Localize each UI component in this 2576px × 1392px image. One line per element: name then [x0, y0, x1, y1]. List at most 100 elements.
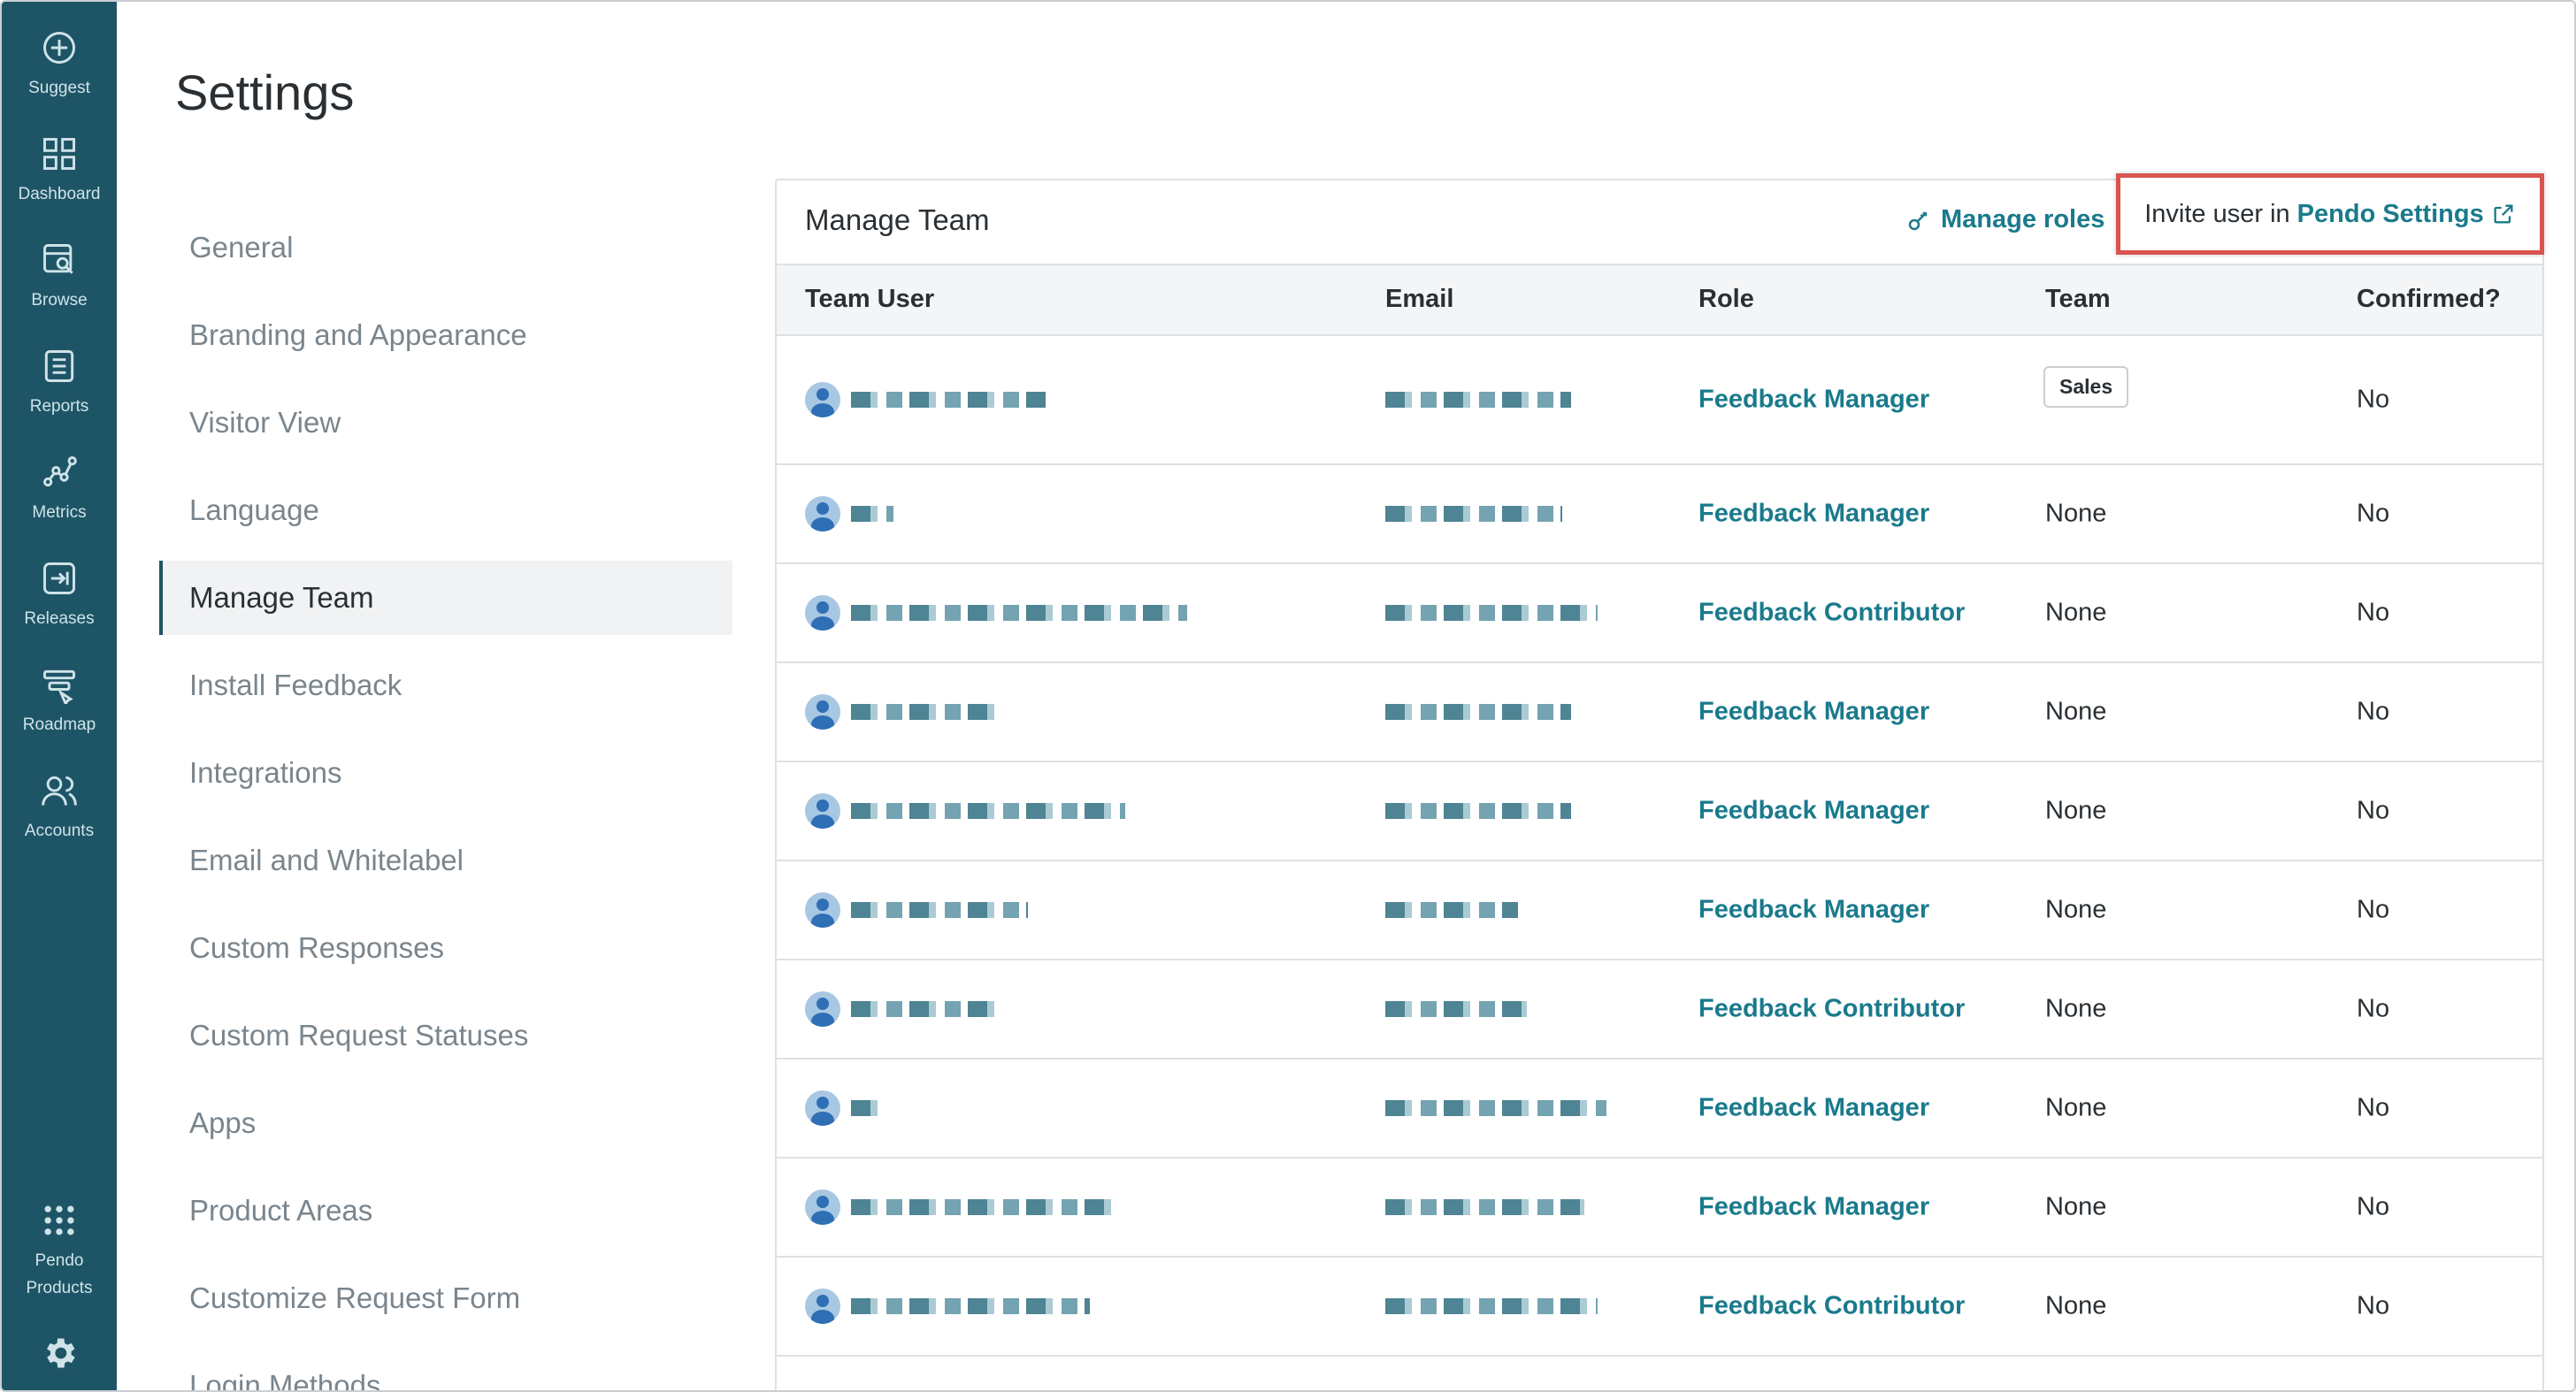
reports-icon — [44, 350, 74, 382]
left-rail: Suggest Dashboard Browse Reports Metrics… — [2, 2, 117, 1390]
plus-circle-icon — [43, 32, 75, 64]
user-avatar-icon — [805, 1189, 840, 1225]
user-avatar-icon — [805, 1090, 840, 1126]
redacted-email — [1385, 392, 1571, 408]
table-row[interactable]: Feedback Manager None No — [777, 1059, 2542, 1159]
rail-item-dashboard[interactable]: Dashboard — [2, 134, 117, 208]
table-row[interactable]: Feedback Contributor None No — [777, 564, 2542, 663]
redacted-user-name — [851, 803, 1125, 819]
team-value: None — [2045, 1291, 2107, 1320]
nav-item-product-areas[interactable]: Product Areas — [159, 1174, 732, 1248]
dots-grid-icon — [44, 1205, 74, 1235]
rail-item-pendo-products[interactable]: Pendo Products — [2, 1201, 117, 1302]
role-link[interactable]: Feedback Manager — [1698, 1094, 1929, 1123]
external-link-icon[interactable] — [2491, 202, 2516, 226]
redacted-email — [1385, 902, 1518, 918]
table-row[interactable]: Feedback Manager None No — [777, 663, 2542, 762]
browse-icon — [43, 244, 73, 274]
col-email[interactable]: Email — [1385, 285, 1453, 314]
table-row[interactable]: Feedback Manager None No — [777, 1159, 2542, 1258]
gear-icon — [47, 1338, 75, 1368]
user-avatar-icon — [805, 892, 840, 928]
pendo-settings-link[interactable]: Pendo Settings — [2297, 200, 2484, 229]
nav-item-integrations[interactable]: Integrations — [159, 736, 732, 810]
nav-item-customize-request-form[interactable]: Customize Request Form — [159, 1261, 732, 1335]
redacted-email — [1385, 1199, 1584, 1215]
user-avatar-icon — [805, 382, 840, 417]
role-link[interactable]: Feedback Contributor — [1698, 995, 1965, 1024]
nav-item-custom-responses[interactable]: Custom Responses — [159, 911, 732, 985]
panel-title: Manage Team — [805, 203, 990, 236]
col-role[interactable]: Role — [1698, 285, 1754, 314]
nav-item-visitor-view[interactable]: Visitor View — [159, 386, 732, 460]
role-link[interactable]: Feedback Manager — [1698, 896, 1929, 925]
confirmed-value: No — [2357, 697, 2390, 726]
role-link[interactable]: Feedback Contributor — [1698, 599, 1965, 628]
app-window: Suggest Dashboard Browse Reports Metrics… — [0, 0, 2576, 1392]
grid-icon — [43, 138, 75, 170]
team-value: None — [2045, 796, 2107, 825]
nav-item-apps[interactable]: Apps — [159, 1086, 732, 1160]
rail-item-suggest[interactable]: Suggest — [2, 28, 117, 102]
team-value: None — [2045, 895, 2107, 924]
redacted-email — [1385, 1001, 1527, 1017]
settings-nav: General Branding and Appearance Visitor … — [159, 210, 732, 1390]
col-team-user[interactable]: Team User — [805, 285, 934, 314]
nav-item-install-feedback[interactable]: Install Feedback — [159, 648, 732, 723]
redacted-user-name — [851, 1100, 886, 1116]
role-link[interactable]: Feedback Manager — [1698, 386, 1929, 415]
nav-item-email-whitelabel[interactable]: Email and Whitelabel — [159, 823, 732, 898]
nav-item-branding[interactable]: Branding and Appearance — [159, 298, 732, 372]
table-row[interactable]: Feedback Manager None No — [777, 465, 2542, 564]
panel-header: Manage Team Manage roles Invite user in … — [777, 173, 2544, 265]
rail-item-roadmap[interactable]: Roadmap — [2, 665, 117, 738]
invite-text: Invite user in — [2144, 199, 2290, 228]
manage-team-panel: Manage Team Manage roles Invite user in … — [775, 173, 2544, 1390]
rail-item-settings[interactable] — [2, 1334, 117, 1373]
confirmed-value: No — [2357, 598, 2390, 627]
nav-item-general[interactable]: General — [159, 210, 732, 285]
team-table-body: Feedback Manager Sales No Feedback Manager N… — [777, 336, 2542, 1357]
redacted-email — [1385, 704, 1571, 720]
nav-item-language[interactable]: Language — [159, 473, 732, 547]
manage-roles-label: Manage roles — [1941, 205, 2105, 233]
nav-item-custom-request-statuses[interactable]: Custom Request Statuses — [159, 998, 732, 1073]
rail-item-releases[interactable]: Releases — [2, 559, 117, 632]
redacted-user-name — [851, 1298, 1090, 1314]
role-link[interactable]: Feedback Manager — [1698, 797, 1929, 826]
user-avatar-icon — [805, 793, 840, 829]
table-row[interactable]: Feedback Manager None No — [777, 762, 2542, 861]
table-row[interactable]: Feedback Contributor None No — [777, 1258, 2542, 1357]
table-row[interactable]: Feedback Contributor None No — [777, 960, 2542, 1059]
rail-label: Accounts — [24, 822, 95, 840]
col-confirmed[interactable]: Confirmed? — [2357, 285, 2501, 314]
redacted-email — [1385, 506, 1562, 522]
role-link[interactable]: Feedback Contributor — [1698, 1292, 1965, 1321]
rail-item-accounts[interactable]: Accounts — [2, 771, 117, 845]
rail-label: Browse — [31, 291, 88, 310]
redacted-user-name — [851, 902, 1028, 918]
redacted-email — [1385, 803, 1571, 819]
role-link[interactable]: Feedback Manager — [1698, 698, 1929, 727]
user-avatar-icon — [805, 595, 840, 631]
nav-item-login-methods[interactable]: Login Methods — [159, 1349, 732, 1390]
rail-label: Reports — [29, 397, 89, 416]
role-link[interactable]: Feedback Manager — [1698, 1193, 1929, 1222]
team-value: None — [2045, 1093, 2107, 1122]
rail-item-browse[interactable]: Browse — [2, 241, 117, 314]
manage-roles-link[interactable]: Manage roles — [1905, 205, 2104, 234]
rail-item-metrics[interactable]: Metrics — [2, 453, 117, 526]
rail-label: Metrics — [32, 503, 87, 522]
confirmed-value: No — [2357, 1093, 2390, 1122]
team-badge: Sales — [2043, 366, 2129, 408]
releases-icon — [43, 562, 75, 594]
table-row[interactable]: Feedback Manager Sales No — [777, 336, 2542, 465]
rail-label: Suggest — [28, 79, 90, 97]
role-link[interactable]: Feedback Manager — [1698, 500, 1929, 529]
nav-item-manage-team[interactable]: Manage Team — [159, 561, 732, 635]
redacted-user-name — [851, 392, 1046, 408]
table-row[interactable]: Feedback Manager None No — [777, 861, 2542, 960]
rail-item-reports[interactable]: Reports — [2, 347, 117, 420]
confirmed-value: No — [2357, 385, 2390, 414]
col-team[interactable]: Team — [2045, 285, 2111, 314]
